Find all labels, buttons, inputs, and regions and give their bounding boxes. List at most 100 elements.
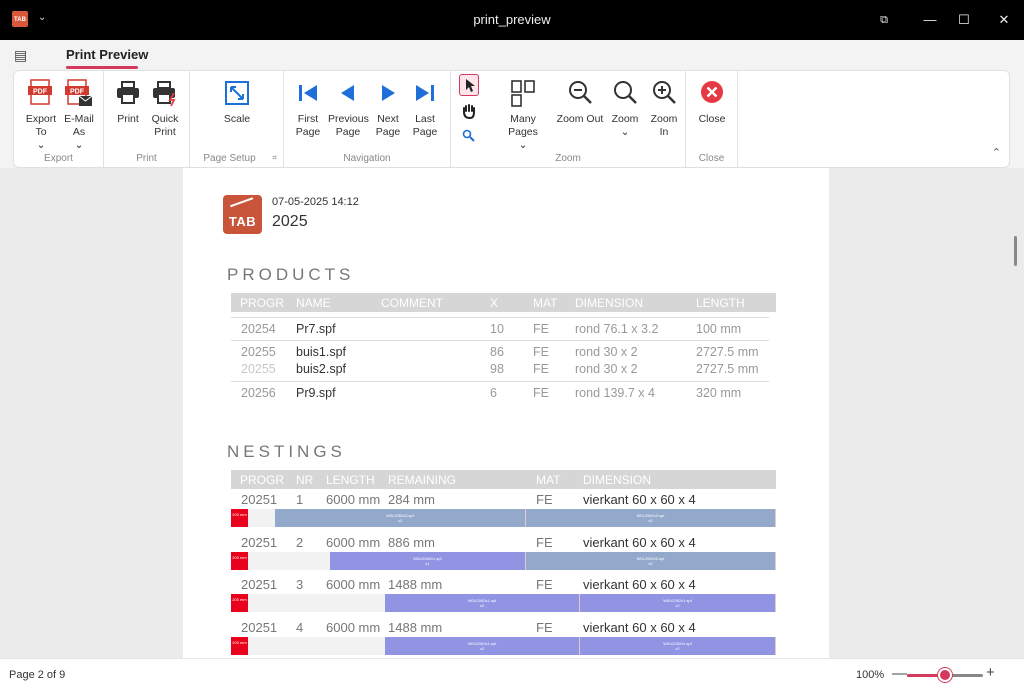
chevron-down-icon: ⌄ (36, 139, 46, 151)
table-row: 20255 buis2.spf 98 FE rond 30 x 2 2727.5… (241, 362, 759, 376)
company-logo: TAB (223, 195, 262, 234)
group-close: Close Close (686, 71, 738, 167)
col-header: MAT (533, 296, 558, 310)
scale-label: Scale (223, 113, 251, 125)
remainder-tag: 200 mm (231, 552, 248, 570)
collapse-ribbon-icon[interactable]: ⌃ (992, 146, 1001, 159)
first-page-icon (299, 85, 317, 101)
nesting-segment: W0L2062x2.spf x2 (526, 509, 776, 527)
nesting-segment: W0U2062x1.spf x2 (385, 637, 580, 655)
col-header: LENGTH (326, 473, 375, 487)
restore-window-button[interactable]: ⧉ (872, 8, 896, 32)
table-row: 20254 Pr7.spf 10 FE rond 76.1 x 3.2 100 … (241, 322, 742, 336)
maximize-button[interactable]: ☐ (952, 8, 976, 32)
many-pages-icon (511, 80, 535, 107)
products-header-row: PROGR NAME COMMENT X MAT DIMENSION LENGT… (231, 293, 776, 312)
scale-button[interactable]: Scale (214, 79, 260, 126)
col-header: PROGR (240, 473, 285, 487)
page-indicator: Page 2 of 9 (9, 669, 66, 681)
pointer-icon (466, 79, 475, 92)
previous-page-button[interactable]: Previous Page (328, 79, 369, 139)
scale-icon (225, 81, 249, 105)
nesting-segment: W0U2062x1.spf x1 (330, 552, 526, 570)
previous-page-label: Previous Page (328, 113, 369, 138)
close-window-button[interactable]: ✕ (992, 8, 1016, 32)
chevron-down-icon: ⌄ (620, 126, 630, 138)
quick-print-button[interactable]: Quick Print (146, 79, 184, 139)
zoom-out-label: Zoom Out (556, 113, 604, 125)
quick-print-label: Quick Print (151, 113, 179, 138)
hand-icon (463, 104, 475, 120)
title-bar: TAB ⌄ print_preview ⧉ — ☐ ✕ (0, 0, 1024, 40)
svg-text:PDF: PDF (70, 89, 85, 96)
remainder-tag: 200 mm (231, 509, 248, 527)
pointer-tool-button[interactable] (459, 74, 479, 96)
next-page-button[interactable]: Next Page (370, 79, 406, 139)
group-label-page-setup: Page Setup (203, 153, 256, 164)
col-header: NR (296, 473, 314, 487)
first-page-label: First Page (295, 113, 321, 138)
preview-area[interactable]: TAB 07-05-2025 14:12 2025 PRODUCTS PROGR… (0, 168, 1024, 658)
col-header: DIMENSION (575, 296, 644, 310)
col-header: COMMENT (381, 296, 443, 310)
table-row: 20256 Pr9.spf 6 FE rond 139.7 x 4 320 mm (241, 386, 742, 400)
nesting-row: 20251 1 6000 mm 284 mm FE vierkant 60 x … (241, 492, 696, 507)
remainder-tag: 200 mm (231, 594, 248, 612)
many-pages-label: Many Pages (508, 113, 538, 138)
zoom-in-button[interactable]: Zoom In (645, 79, 683, 139)
magnifier-tool-button[interactable] (462, 129, 475, 147)
zoom-plus-button[interactable]: + (986, 664, 995, 681)
nesting-bar: 200 mm W0U2062x1.spf x2 W0U2062x1.spf x2 (231, 594, 776, 612)
vertical-scrollbar-thumb[interactable] (1014, 236, 1017, 266)
nesting-row: 20251 3 6000 mm 1488 mm FE vierkant 60 x… (241, 577, 696, 592)
pdf-email-icon: PDF (65, 79, 93, 106)
row-separator (231, 317, 769, 318)
quick-printer-icon (153, 81, 176, 107)
next-page-label: Next Page (375, 113, 401, 138)
zoom-out-button[interactable]: Zoom Out (555, 79, 605, 126)
last-page-button[interactable]: Last Page (408, 79, 442, 139)
first-page-button[interactable]: First Page (290, 79, 326, 139)
nesting-bar: 200 mm W0U2062x1.spf x1 W0L2062x2.spf x2 (231, 552, 776, 570)
window-title: print_preview (473, 12, 551, 27)
ribbon-menu-icon[interactable]: ▤ (14, 47, 27, 64)
col-header: MAT (536, 473, 561, 487)
nestings-title: NESTINGS (227, 442, 346, 461)
ribbon: PDF Export To ⌄ PDF E-Mail As ⌄ Export P… (13, 70, 1010, 168)
nesting-segment: W0U2062x1.spf x2 (385, 594, 580, 612)
row-separator (231, 340, 769, 341)
remainder-tag: 200 mm (231, 637, 248, 655)
nestings-header-row: PROGR NR LENGTH REMAINING MAT DIMENSION (231, 470, 776, 489)
nesting-row: 20251 2 6000 mm 886 mm FE vierkant 60 x … (241, 535, 696, 550)
nesting-segment: W0U2062x1.spf x2 (580, 637, 776, 655)
nesting-bar: 200 mm W0U2062x1.spf x2 W0U2062x1.spf x2 (231, 637, 776, 655)
zoom-slider-thumb[interactable] (938, 668, 952, 682)
minimize-button[interactable]: — (918, 8, 942, 32)
close-circle-icon (701, 81, 723, 103)
group-zoom: Many Pages ⌄ Zoom Out Zoom ⌄ Zoom In Zoo… (451, 71, 686, 167)
zoom-label: Zoom (611, 113, 639, 125)
group-navigation: First Page Previous Page Next Page Last … (284, 71, 451, 167)
active-tab-indicator (66, 66, 138, 69)
col-header: DIMENSION (583, 473, 652, 487)
group-label-navigation: Navigation (343, 153, 391, 164)
hand-tool-button[interactable] (461, 103, 477, 124)
nesting-bar: 200 mm W0L2062x2.spf x1 W0L2062x2.spf x2 (231, 509, 776, 527)
group-label-print: Print (136, 153, 157, 164)
export-to-button[interactable]: PDF Export To ⌄ (22, 79, 60, 152)
page-setup-launcher-icon[interactable]: ⌗ (272, 153, 277, 163)
zoom-icon (614, 81, 637, 104)
print-button[interactable]: Print (110, 79, 146, 126)
products-title: PRODUCTS (227, 265, 355, 284)
svg-text:PDF: PDF (33, 89, 48, 96)
zoom-button[interactable]: Zoom ⌄ (607, 79, 643, 139)
tab-print-preview[interactable]: Print Preview (66, 47, 148, 62)
zoom-in-label: Zoom In (650, 113, 678, 138)
status-bar: Page 2 of 9 100% — + (0, 658, 1024, 690)
group-export: PDF Export To ⌄ PDF E-Mail As ⌄ Export (14, 71, 104, 167)
zoom-minus-button[interactable]: — (892, 665, 907, 682)
group-label-zoom: Zoom (555, 153, 581, 164)
close-preview-button[interactable]: Close (694, 79, 730, 126)
many-pages-button[interactable]: Many Pages ⌄ (495, 79, 551, 152)
email-as-button[interactable]: PDF E-Mail As ⌄ (60, 79, 98, 152)
